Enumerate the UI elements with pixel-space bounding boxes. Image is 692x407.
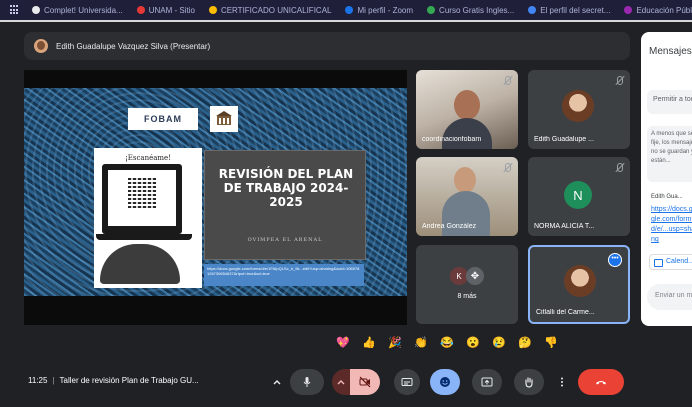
participant-avatar	[562, 90, 594, 122]
video-options-button[interactable]	[332, 369, 350, 395]
surprised-reaction-icon[interactable]: 😮	[463, 336, 483, 350]
qr-code-icon	[128, 176, 156, 208]
presenter-bar: Edith Guadalupe Vazquez Silva (Presentar…	[24, 32, 630, 60]
participant-initial-avatar: N	[564, 181, 592, 209]
participant-name: Citlalli del Carme...	[536, 309, 595, 316]
qr-caption: ¡Escanéame!	[124, 154, 172, 162]
laptop-base	[96, 234, 192, 240]
participant-tile[interactable]: Andrea González	[416, 157, 518, 236]
hand-icon	[525, 377, 533, 388]
laptop-screen	[108, 170, 176, 226]
institution-emblem-icon	[210, 106, 238, 132]
chat-sender: Edith Gua...	[651, 194, 683, 200]
hand-illustration	[100, 244, 180, 284]
more-options-button[interactable]	[554, 369, 570, 395]
microphone-icon	[303, 377, 311, 387]
chat-permission-toggle[interactable]: Permitir a todos...	[647, 90, 692, 114]
mic-muted-icon	[614, 163, 624, 173]
camera-off-icon	[359, 376, 371, 388]
chevron-up-icon	[337, 380, 345, 385]
separator: |	[52, 376, 55, 385]
mic-muted-icon	[614, 76, 624, 86]
participant-name: Andrea González	[422, 223, 477, 230]
participant-name: Edith Guadalupe ...	[534, 136, 594, 143]
more-options-icon[interactable]: •••	[608, 253, 622, 267]
party-reaction-icon[interactable]: 🎉	[385, 336, 405, 350]
mic-muted-icon	[502, 163, 512, 173]
bookmark-favicon-icon	[528, 6, 537, 14]
bookmarks-bar: Complet! Universida... UNAM - Sitio CERT…	[0, 0, 692, 22]
participant-name: coordinacionfobam	[422, 136, 482, 143]
more-participants-tile[interactable]: K ✥ 8 más	[416, 245, 518, 324]
participant-tile[interactable]: coordinacionfobam	[416, 70, 518, 149]
laugh-reaction-icon[interactable]: 😂	[437, 336, 457, 350]
compass-icon: ✥	[466, 267, 484, 285]
slide-subtitle: OVIMPEA EL ARENAL	[247, 237, 323, 243]
bookmark-item[interactable]: Complet! Universida...	[32, 6, 123, 15]
participant-tile[interactable]: N NORMA ALICIA T...	[528, 157, 630, 236]
heart-reaction-icon[interactable]: 💖	[333, 336, 353, 350]
camera-off-button[interactable]	[350, 369, 380, 395]
presenter-name: Edith Guadalupe Vazquez Silva (Presentar…	[56, 41, 211, 51]
mic-muted-icon	[502, 76, 512, 86]
bookmark-favicon-icon	[345, 6, 354, 14]
phone-hangup-icon	[596, 381, 606, 385]
bookmark-item[interactable]: Educación Pública...	[624, 6, 692, 15]
chat-panel: Mensajes Permitir a todos... A menos que…	[641, 32, 692, 326]
fobam-logo: FOBAM	[128, 108, 198, 130]
raise-hand-button[interactable]	[514, 369, 544, 395]
more-vert-icon	[561, 377, 563, 387]
bookmark-favicon-icon	[624, 6, 633, 14]
more-participants-label: 8 más	[457, 293, 477, 300]
chat-input[interactable]: Enviar un mensaje	[647, 284, 692, 310]
captions-icon	[401, 378, 413, 386]
bookmark-item[interactable]: UNAM - Sitio	[136, 6, 195, 15]
slide-title-box: REVISIÓN DEL PLAN DE TRABAJO 2024-2025 O…	[204, 150, 366, 260]
meeting-time: 11:25	[28, 376, 48, 385]
chat-info-note: A menos que se fije, los mensajes no se …	[647, 126, 692, 182]
meeting-title: Taller de revisión Plan de Trabajo GU...	[59, 376, 199, 385]
shared-screen: FOBAM ¡Escanéame! REVISIÓN DEL PLAN DE T…	[24, 70, 407, 325]
thumbs-up-reaction-icon[interactable]: 👍	[359, 336, 379, 350]
bookmark-item[interactable]: El perfil del secret...	[528, 6, 610, 15]
chevron-up-icon	[273, 380, 281, 385]
thinking-reaction-icon[interactable]: 🤔	[515, 336, 535, 350]
apps-grid-icon[interactable]	[10, 5, 18, 15]
bookmark-item[interactable]: Curso Gratis Ingles...	[427, 6, 514, 15]
meeting-info: 11:25 | Taller de revisión Plan de Trabajo…	[28, 376, 199, 385]
chat-title: Mensajes	[649, 46, 692, 57]
bookmark-favicon-icon	[427, 6, 436, 14]
leave-call-button[interactable]	[578, 369, 624, 395]
sad-reaction-icon[interactable]: 😢	[489, 336, 509, 350]
bookmark-favicon-icon	[32, 6, 40, 14]
audio-options-button[interactable]	[268, 369, 286, 395]
emoji-icon	[440, 377, 450, 387]
participant-tile[interactable]: Edith Guadalupe ...	[528, 70, 630, 149]
bookmark-item[interactable]: Mi perfil - Zoom	[345, 6, 413, 15]
clap-reaction-icon[interactable]: 👏	[411, 336, 431, 350]
present-screen-button[interactable]	[472, 369, 502, 395]
participant-tile[interactable]: ••• Citlalli del Carme...	[528, 245, 630, 324]
presenter-avatar	[34, 39, 48, 53]
reaction-bar: 💖 👍 🎉 👏 😂 😮 😢 🤔 👎	[333, 333, 561, 353]
bookmark-favicon-icon	[136, 6, 145, 14]
qr-card: ¡Escanéame!	[94, 148, 202, 288]
thumbs-down-reaction-icon[interactable]: 👎	[541, 336, 561, 350]
participant-avatar	[564, 265, 596, 297]
chat-message-link[interactable]: https://docs.google.com/forms/d/e/...usp…	[651, 205, 692, 245]
slide-title: REVISIÓN DEL PLAN DE TRABAJO 2024-2025	[218, 167, 354, 209]
slide-link: https://docs.google.com/forms/d/e/1FAIpQ…	[204, 264, 364, 286]
calendar-chip[interactable]: Calend...	[649, 254, 692, 270]
bookmark-favicon-icon	[208, 6, 217, 14]
meet-window: Complet! Universida... UNAM - Sitio CERT…	[0, 0, 692, 407]
reactions-button[interactable]	[430, 369, 460, 395]
slide-canvas: FOBAM ¡Escanéame! REVISIÓN DEL PLAN DE T…	[24, 88, 407, 296]
captions-button[interactable]	[394, 369, 420, 395]
bookmark-item[interactable]: CERTIFICADO UNICALIFICAL	[208, 6, 331, 15]
microphone-button[interactable]	[290, 369, 324, 395]
participant-name: NORMA ALICIA T...	[534, 223, 595, 230]
present-screen-icon	[481, 377, 493, 387]
